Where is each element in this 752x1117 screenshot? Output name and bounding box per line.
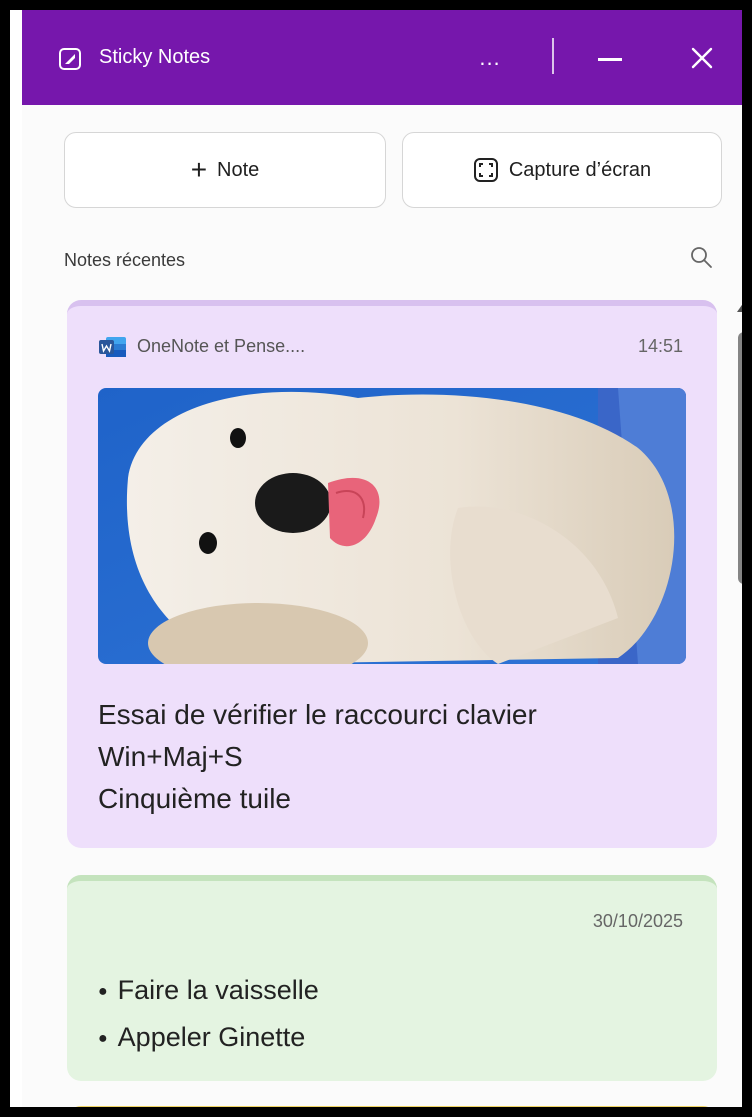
note-line: Cinquième tuile	[98, 783, 291, 814]
screen-capture-icon	[473, 158, 498, 182]
note-body: Essai de vérifier le raccourci clavier W…	[98, 694, 537, 820]
note-line: Win+Maj+S	[98, 741, 243, 772]
note-date: 30/10/2025	[592, 911, 683, 931]
sticky-note-icon	[59, 48, 81, 70]
note-line: Essai de vérifier le raccourci clavier	[98, 699, 537, 730]
note-bullet-list: Faire la vaisselle Appeler Ginette	[98, 969, 319, 1063]
sticky-notes-window: Sticky Notes ... + Note Capture d’écran …	[0, 0, 752, 1117]
new-note-label: Note	[217, 158, 260, 181]
window-content: Sticky Notes ... + Note Capture d’écran …	[22, 10, 742, 1107]
word-icon	[99, 337, 126, 357]
title-bar[interactable]: Sticky Notes ...	[22, 10, 742, 105]
minimize-button[interactable]	[590, 38, 630, 78]
more-options-button[interactable]: ...	[470, 38, 510, 78]
search-icon[interactable]	[689, 245, 713, 269]
titlebar-divider	[552, 38, 554, 74]
bullet-item: Faire la vaisselle	[98, 969, 319, 1016]
plus-icon: +	[190, 154, 208, 185]
note-card-green[interactable]: 30/10/2025 Faire la vaisselle Appeler Gi…	[67, 875, 717, 1081]
puppy-photo	[98, 388, 686, 664]
app-title: Sticky Notes	[99, 46, 211, 68]
screen-capture-label: Capture d’écran	[508, 158, 652, 181]
scrollbar-thumb[interactable]	[738, 332, 742, 584]
note-card-yellow[interactable]	[67, 1106, 717, 1107]
scrollbar[interactable]	[734, 302, 742, 1107]
scroll-up-arrow-icon[interactable]	[737, 302, 742, 312]
note-time: 14:51	[637, 336, 683, 356]
recent-notes-heading: Notes récentes	[64, 250, 186, 270]
close-button[interactable]	[682, 38, 722, 78]
new-note-button[interactable]: + Note	[64, 132, 386, 208]
screen-capture-button[interactable]: Capture d’écran	[402, 132, 722, 208]
note-source: OneNote et Pense....	[137, 336, 306, 356]
note-card-purple[interactable]: OneNote et Pense.... 14:51 Essai de véri…	[67, 300, 717, 848]
bullet-item: Appeler Ginette	[98, 1016, 319, 1063]
